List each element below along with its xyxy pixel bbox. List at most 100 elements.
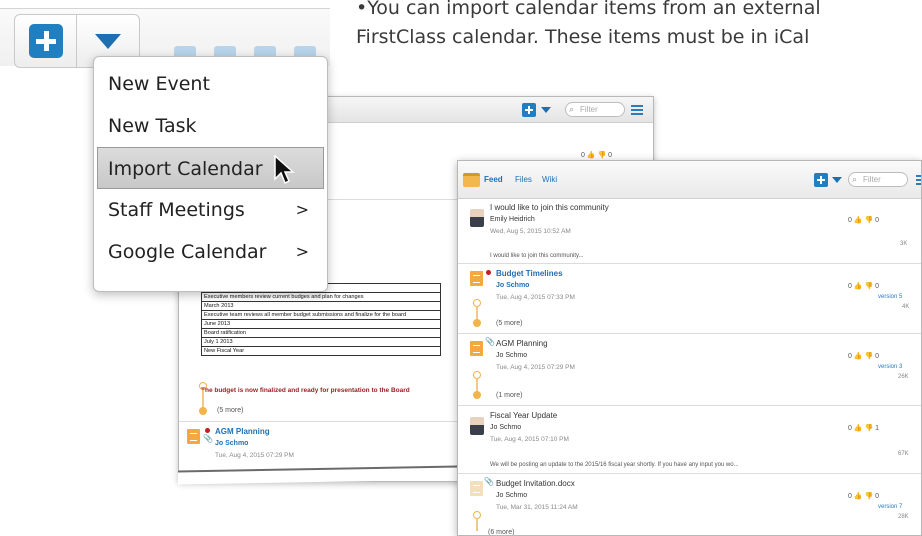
more-link[interactable]: (5 more) [496,320,522,327]
vote-counter: 0 👍 👎 0 [848,353,880,360]
tab-feed[interactable]: Feed [484,175,503,184]
post-preview: I would like to join this community... [490,253,584,259]
menu-icon[interactable] [631,105,643,115]
slide-line-1: •You can import calendar items from an e… [356,0,821,19]
chevron-right-icon: > [295,242,309,261]
divider [458,263,921,264]
document-icon [470,271,483,286]
file-size: 3K [900,241,908,247]
more-link[interactable]: (6 more) [488,529,514,535]
timeline-node [473,371,481,379]
tab-files[interactable]: Files [515,175,532,184]
menu-item-label: New Event [108,73,210,95]
post-author-link[interactable]: Jo Schmo [496,352,527,359]
flag-icon [486,270,491,275]
menu-item-new-event[interactable]: New Event [94,63,327,105]
post-title-link[interactable]: Budget Timelines [496,269,563,278]
post-title-link[interactable]: AGM Planning [215,427,270,436]
slide-text: •You can import calendar items from an e… [356,0,922,52]
filter-input[interactable]: Filter [565,102,625,117]
post-author-link[interactable]: Jo Schmo [215,440,248,447]
menu-item-google-calendar[interactable]: Google Calendar > [94,231,327,273]
folder-icon [463,173,480,187]
timeline-node [473,319,481,327]
filter-input[interactable]: Filter [848,172,908,187]
version-link[interactable]: version 5 [878,294,902,300]
attachment-icon: 📎 [485,337,495,346]
table-cell: New Fiscal Year [201,346,441,356]
plus-icon[interactable] [522,103,536,117]
table-cell: Executive members review current budges … [201,292,441,302]
budget-timeline-table: January 2013 Executive members review cu… [201,283,441,356]
plus-icon [28,24,63,58]
document-icon [470,341,483,356]
chevron-right-icon: > [295,200,309,219]
divider [458,333,921,334]
menu-item-new-task[interactable]: New Task [94,105,327,147]
timeline-line [476,519,478,531]
timeline-node [473,511,481,519]
table-cell: Executive team reviews all member budget… [201,310,441,320]
table-cell: Board ratification [201,328,441,338]
vote-counter: 0 👍 👎 1 [848,425,880,432]
attachment-icon: 📎 [484,477,494,486]
timeline-node [199,407,207,415]
tab-wiki[interactable]: Wiki [542,175,557,184]
post-author-link[interactable]: Jo Schmo [490,424,521,431]
menu-item-label: Import Calendar [108,158,263,180]
post-date: Tue, Mar 31, 2015 11:24 AM [496,504,578,511]
timeline-node [473,391,481,399]
table-cell: June 2013 [201,319,441,329]
post-date: Tue, Aug 4, 2015 07:33 PM [496,294,575,301]
document-icon [470,481,483,496]
timeline-node [473,299,481,307]
finalized-note: The budget is now finalized and ready fo… [201,387,410,394]
post-title-link[interactable]: Fiscal Year Update [490,411,557,420]
flag-icon [205,428,210,433]
version-link[interactable]: version 7 [878,504,902,510]
file-size: 67K [898,451,909,457]
mouse-cursor-icon [274,155,295,185]
table-cell: July 1 2013 [201,337,441,347]
menu-item-label: New Task [108,115,197,137]
post-title-link[interactable]: Budget Invitation.docx [496,479,575,488]
post-title-link[interactable]: AGM Planning [496,339,548,348]
add-button[interactable] [15,15,78,67]
table-cell: March 2013 [201,301,441,311]
post-author-link[interactable]: Jo Schmo [496,492,527,499]
menu-item-label: Google Calendar [108,241,267,263]
divider [458,473,921,474]
caret-down-icon [95,33,121,49]
document-icon [187,429,200,444]
post-preview: We will be posting an update to the 2015… [490,462,739,468]
vote-counter: 0 👍 👎 0 [581,152,613,159]
more-link[interactable]: (5 more) [217,407,243,414]
menu-icon[interactable] [916,175,921,185]
file-size: 28K [898,514,909,520]
post-author-link[interactable]: Emily Heidrich [490,216,535,223]
post-date: Tue, Aug 4, 2015 07:29 PM [215,452,294,459]
slide-line-2: FirstClass calendar. These items must be… [356,26,810,48]
vote-counter: 0 👍 👎 0 [848,217,880,224]
post-author-link[interactable]: Jo Schmo [496,282,529,289]
avatar [470,209,484,227]
divider [458,405,921,406]
post-date: Tue, Aug 4, 2015 07:10 PM [490,436,569,443]
avatar [470,417,484,435]
vote-counter: 0 👍 👎 0 [848,283,880,290]
caret-down-icon[interactable] [541,107,551,113]
file-size: 4K [902,304,910,310]
more-link[interactable]: (1 more) [496,392,522,399]
menu-item-staff-meetings[interactable]: Staff Meetings > [94,189,327,231]
menu-item-label: Staff Meetings [108,199,245,221]
post-date: Wed, Aug 5, 2015 10:52 AM [490,228,571,235]
attachment-icon: 📎 [203,434,213,443]
file-size: 26K [898,374,909,380]
post-date: Tue, Aug 4, 2015 07:29 PM [496,364,575,371]
post-title-link[interactable]: I would like to join this community [490,203,609,212]
vote-counter: 0 👍 👎 0 [848,493,880,500]
caret-down-icon[interactable] [832,177,842,183]
community-feed-window: Feed Files Wiki Filter I would like to j… [457,160,922,536]
version-link[interactable]: version 3 [878,364,902,370]
plus-icon[interactable] [814,173,828,187]
